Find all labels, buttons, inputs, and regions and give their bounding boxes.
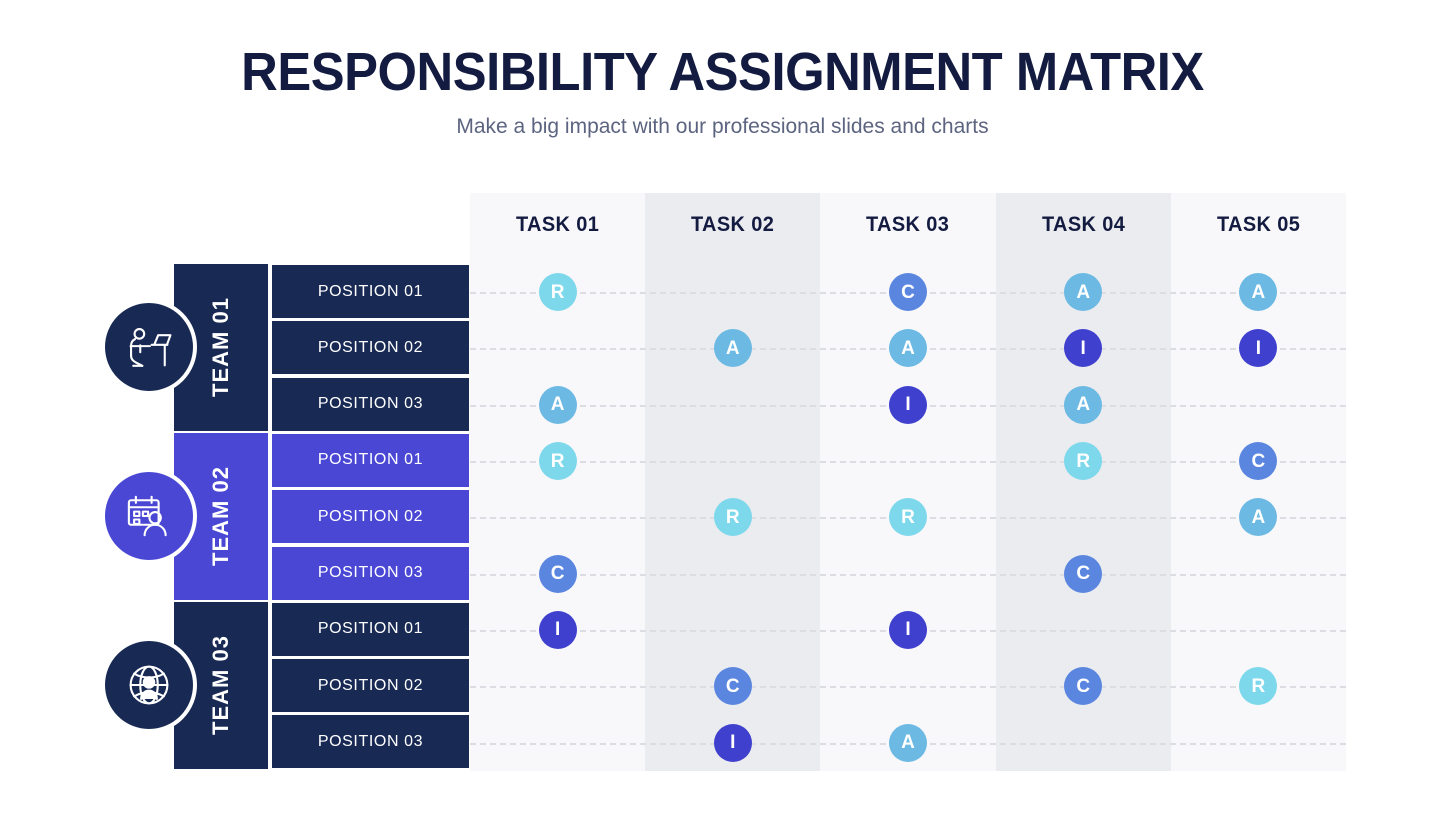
- raci-badge-I[interactable]: I: [538, 610, 577, 649]
- task-column-header-1: TASK 01: [515, 213, 600, 236]
- row-separator: [470, 573, 1346, 576]
- raci-badge-R[interactable]: R: [538, 442, 577, 481]
- position-label: POSITION 02: [272, 659, 469, 713]
- team-label: TEAM 03: [208, 635, 234, 736]
- raci-badge-C[interactable]: C: [713, 667, 752, 706]
- position-label: POSITION 03: [272, 546, 469, 600]
- task-column-header-4: TASK 04: [1041, 213, 1125, 236]
- task-column-header-3: TASK 03: [866, 213, 950, 236]
- position-label: POSITION 03: [272, 377, 469, 431]
- position-label: POSITION 01: [272, 433, 469, 487]
- raci-badge-C[interactable]: C: [1064, 554, 1103, 593]
- position-label: POSITION 02: [272, 321, 469, 375]
- raci-badge-R[interactable]: R: [538, 273, 577, 312]
- position-label: POSITION 01: [272, 265, 469, 318]
- row-separator: [470, 461, 1346, 464]
- raci-badge-I[interactable]: I: [889, 610, 927, 649]
- raci-badge-R[interactable]: R: [1064, 442, 1103, 481]
- raci-badge-I[interactable]: I: [713, 723, 752, 762]
- raci-badge-C[interactable]: C: [889, 273, 927, 312]
- team-label: TEAM 01: [208, 297, 234, 398]
- row-separator: [470, 686, 1346, 689]
- raci-badge-C[interactable]: C: [538, 554, 577, 593]
- calendar-person-icon: [101, 468, 197, 565]
- person-at-desk-icon: [101, 299, 197, 396]
- position-label: POSITION 03: [272, 715, 469, 769]
- raci-badge-A[interactable]: A: [889, 723, 927, 762]
- raci-badge-R[interactable]: R: [713, 498, 752, 537]
- team-label: TEAM 02: [208, 466, 234, 567]
- globe-person-icon: [101, 637, 197, 734]
- raci-matrix: TASK 01 TASK 02 TASK 03 TASK 04 TASK 05 TEAM …: [0, 0, 1445, 813]
- task-column-header-5: TASK 05: [1216, 213, 1300, 236]
- raci-badge-A[interactable]: A: [713, 329, 752, 368]
- position-label: POSITION 01: [272, 602, 469, 656]
- raci-badge-A[interactable]: A: [1064, 385, 1103, 424]
- raci-badge-I[interactable]: I: [889, 385, 927, 424]
- raci-badge-A[interactable]: A: [538, 385, 577, 424]
- task-column-header-2: TASK 02: [691, 213, 775, 236]
- position-label: POSITION 02: [272, 490, 469, 544]
